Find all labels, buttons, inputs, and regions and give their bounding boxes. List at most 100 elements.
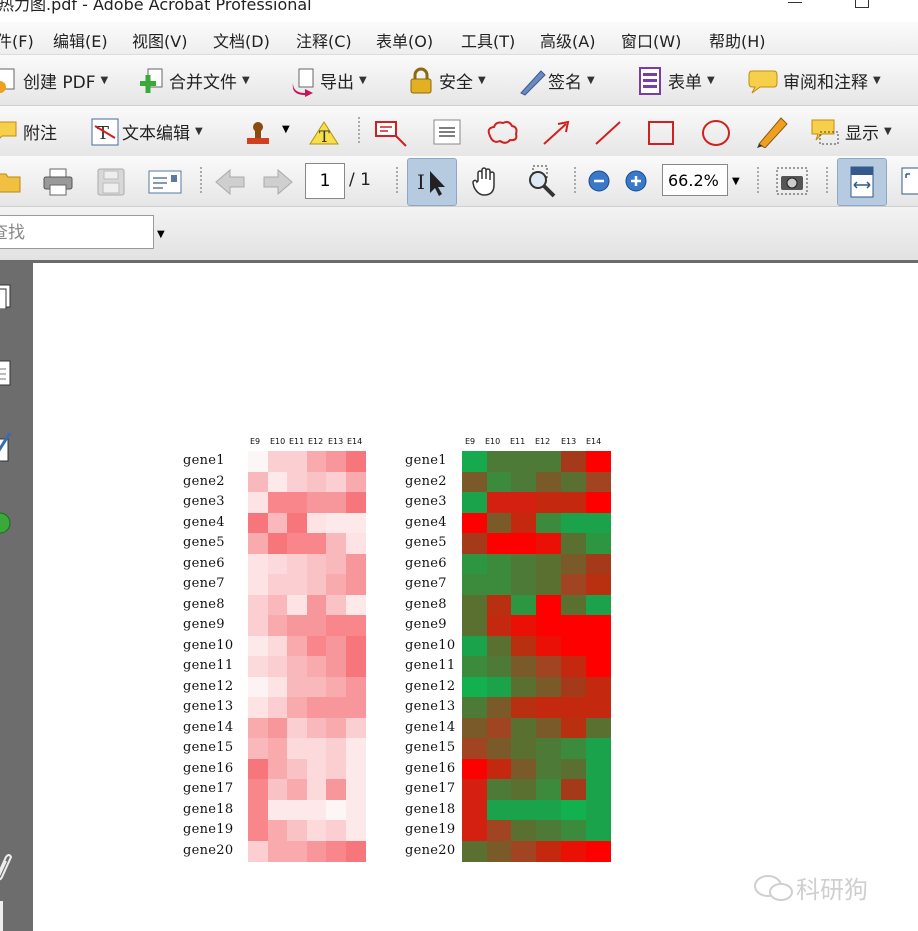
heatmap-cell	[536, 758, 562, 780]
menu-document[interactable]: 文档(D)	[213, 28, 270, 52]
pages-panel-icon[interactable]	[0, 283, 12, 310]
heatmap-cell	[560, 799, 587, 821]
text-edit-button[interactable]: T 文本编辑 ▼	[91, 116, 203, 146]
find-dropdown-icon[interactable]: ▼	[157, 229, 165, 240]
fit-width-button[interactable]	[837, 158, 887, 206]
heatmap-cell	[560, 574, 587, 596]
heatmap-cell	[486, 758, 512, 780]
chevron-down-icon[interactable]: ▼	[282, 124, 290, 135]
heatmap-cell	[248, 697, 269, 719]
review-comment-button[interactable]: 审阅和注释 ▼	[746, 65, 881, 95]
menu-edit[interactable]: 编辑(E)	[53, 28, 108, 52]
fit-page-icon[interactable]	[898, 166, 918, 200]
zoom-in-icon[interactable]	[625, 170, 647, 196]
paperclip-icon[interactable]	[0, 853, 13, 881]
heatmap-cell	[511, 820, 537, 842]
gene-label: gene11	[183, 658, 234, 673]
callout-icon[interactable]	[374, 118, 408, 152]
heatmap-cell	[267, 492, 288, 514]
pencil-icon[interactable]	[753, 114, 789, 152]
gene-label: gene12	[405, 678, 456, 694]
menu-file[interactable]: 件(F)	[0, 28, 34, 52]
heatmap-cell	[536, 635, 562, 657]
attachments-panel-icon[interactable]	[0, 359, 12, 386]
marquee-zoom-icon[interactable]	[524, 164, 558, 202]
heatmap-cell	[326, 553, 347, 575]
heatmap-cell	[486, 738, 512, 760]
sticky-note-button[interactable]: 附注	[0, 116, 57, 146]
heatmap-cell	[267, 738, 288, 760]
heatmap-cell	[267, 758, 288, 780]
signatures-panel-icon[interactable]	[0, 431, 12, 462]
highlight-text-icon[interactable]: T	[306, 118, 342, 152]
arrow-icon[interactable]	[540, 118, 572, 152]
heatmap-cell	[345, 717, 366, 739]
cloud-icon[interactable]	[484, 118, 520, 150]
show-comments-icon	[808, 118, 840, 145]
create-pdf-label: 创建 PDF	[23, 72, 96, 93]
zoom-level-input[interactable]: 66.2%	[662, 164, 728, 196]
heatmap-cell	[287, 799, 308, 821]
maximize-button[interactable]	[855, 0, 869, 8]
menu-forms[interactable]: 表单(O)	[376, 28, 433, 52]
form-icon	[637, 67, 663, 95]
tasks-toolbar: 创建 PDF ▼ 合并文件 ▼ 导出 ▼ 安全 ▼ 签名 ▼ 表单 ▼ 审阅和注释 ▼	[0, 55, 918, 106]
gene-label: gene10	[183, 637, 234, 653]
select-tool-button[interactable]: I	[407, 158, 457, 206]
heatmap-cell	[560, 451, 587, 473]
zoom-dropdown-icon[interactable]: ▼	[732, 176, 740, 187]
heatmap-cell	[326, 615, 347, 637]
stamp-icon[interactable]	[243, 120, 273, 152]
sign-label: 签名	[548, 72, 582, 93]
heatmap-cell	[306, 451, 327, 473]
email-icon[interactable]	[147, 168, 183, 200]
heatmap-cell	[585, 758, 611, 780]
show-button[interactable]: 显示 ▼	[808, 116, 892, 146]
menu-tools[interactable]: 工具(T)	[461, 28, 515, 52]
rectangle-icon[interactable]	[645, 118, 677, 152]
line-icon[interactable]	[592, 118, 624, 152]
column-label: E14	[347, 437, 363, 446]
heatmap-cell	[486, 512, 512, 534]
heatmap-cell	[536, 717, 562, 739]
menu-comments[interactable]: 注释(C)	[296, 28, 352, 52]
heatmap-cell	[306, 697, 327, 719]
heatmap-cell	[462, 492, 488, 514]
pane-handle[interactable]	[0, 901, 3, 931]
heatmap-cell	[306, 799, 327, 821]
save-icon[interactable]	[96, 167, 126, 201]
print-icon[interactable]	[42, 167, 74, 201]
zoom-out-icon[interactable]	[588, 170, 610, 196]
previous-page-icon[interactable]	[214, 168, 246, 200]
hand-tool-icon[interactable]	[470, 165, 502, 201]
heatmap-cell	[585, 553, 611, 575]
heatmap-cell	[585, 471, 611, 493]
column-label: E12	[308, 437, 324, 446]
next-page-icon[interactable]	[262, 168, 294, 200]
heatmap-cell	[560, 594, 587, 616]
menu-view[interactable]: 视图(V)	[132, 28, 187, 52]
menu-window[interactable]: 窗口(W)	[621, 28, 681, 52]
menu-help[interactable]: 帮助(H)	[709, 28, 766, 52]
gene-label: gene18	[183, 801, 234, 817]
minimize-button[interactable]	[788, 0, 802, 3]
text-box-icon[interactable]	[432, 118, 462, 150]
sign-button[interactable]: 签名 ▼	[517, 65, 595, 96]
forms-button[interactable]: 表单 ▼	[637, 65, 715, 95]
create-pdf-button[interactable]: 创建 PDF ▼	[0, 65, 108, 95]
snapshot-camera-icon[interactable]	[775, 166, 809, 200]
open-folder-icon[interactable]	[0, 168, 24, 200]
secure-button[interactable]: 安全 ▼	[408, 65, 486, 95]
menu-advanced[interactable]: 高级(A)	[540, 28, 595, 52]
column-label: E13	[561, 437, 577, 446]
export-button[interactable]: 导出 ▼	[289, 65, 367, 97]
heatmap-cell	[248, 656, 269, 678]
find-input[interactable]: 查找	[0, 215, 154, 249]
heatmap-cell	[560, 635, 587, 657]
help-panel-icon[interactable]	[0, 509, 12, 534]
gene-label: gene20	[405, 842, 456, 858]
oval-icon[interactable]	[700, 118, 732, 152]
combine-files-button[interactable]: 合并文件 ▼	[138, 65, 250, 95]
page-number-input[interactable]: 1	[305, 163, 345, 199]
gene-label: gene7	[405, 576, 447, 591]
